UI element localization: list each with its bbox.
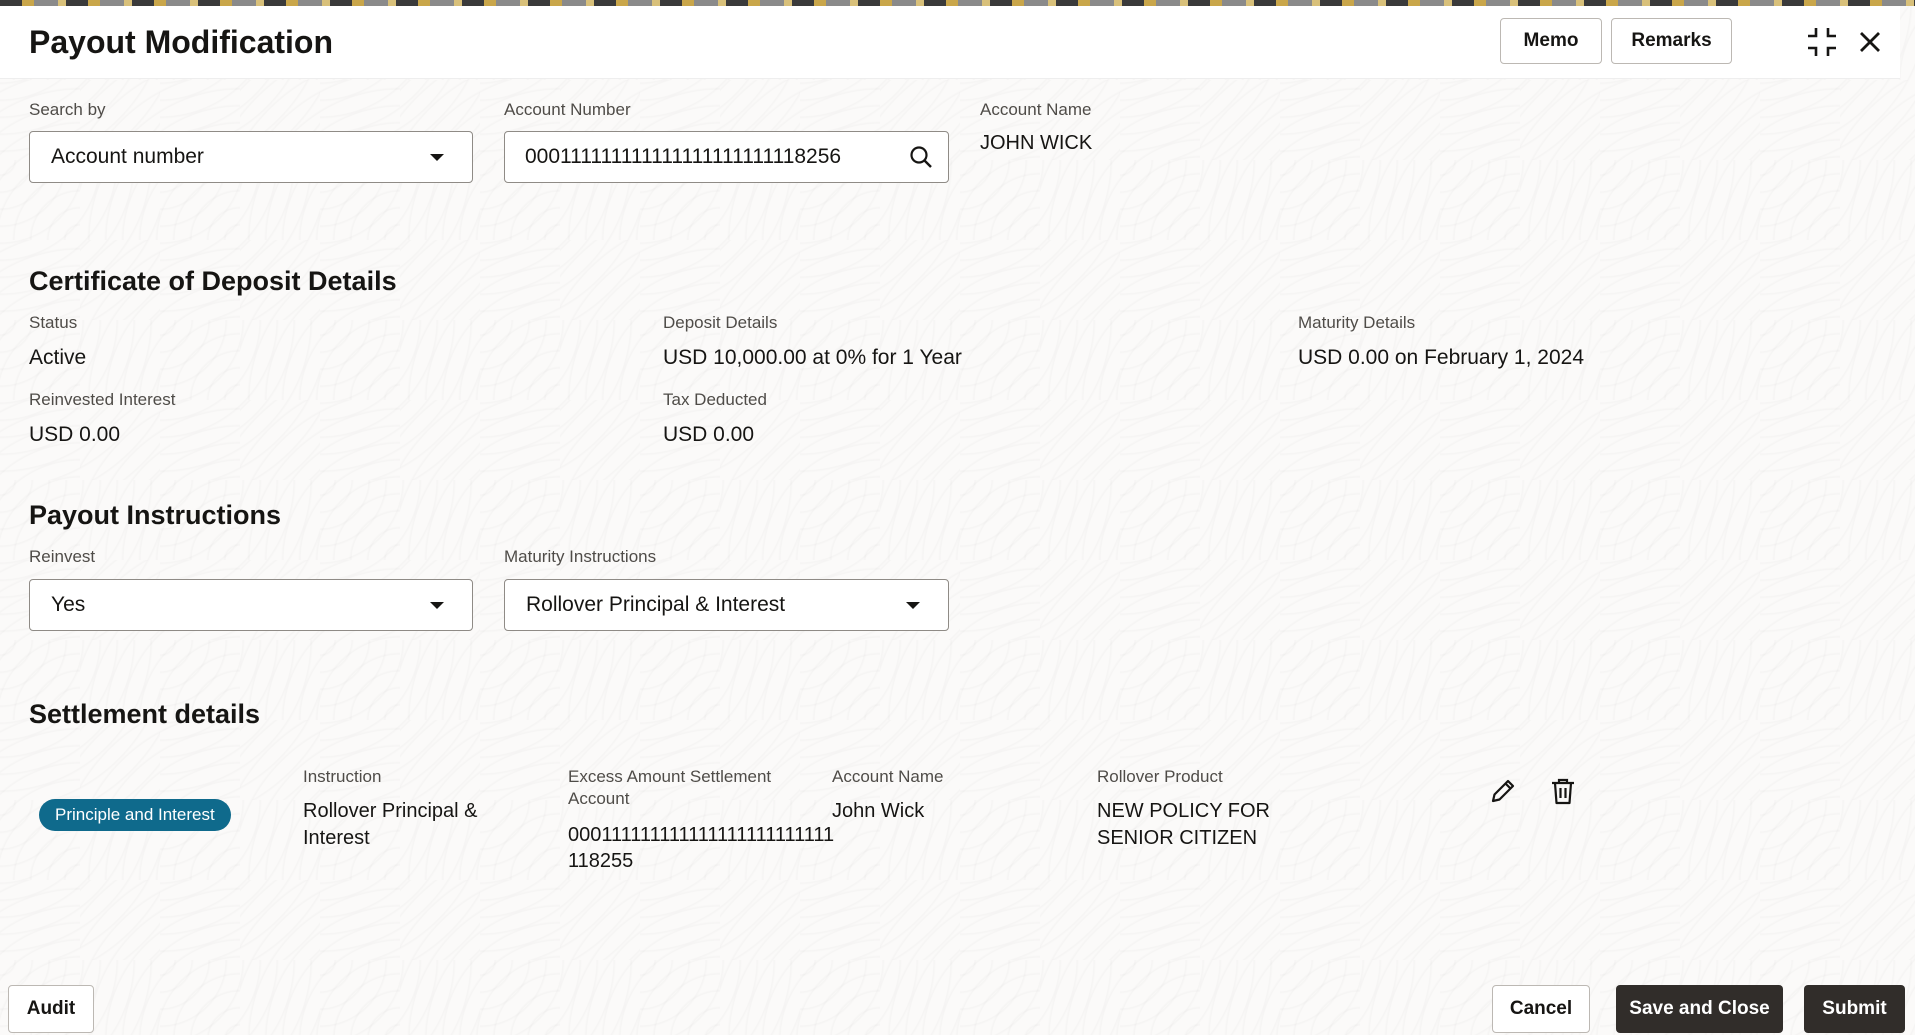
settlement-type-badge[interactable]: Principle and Interest — [39, 799, 231, 831]
chevron-down-icon — [430, 602, 444, 609]
main-content: Search by Account number Account Number … — [0, 78, 1900, 978]
excess-amount-label-line1: Excess Amount Settlement — [568, 767, 772, 786]
payout-instructions-title: Payout Instructions — [29, 500, 282, 530]
reinvested-interest-value: USD 0.00 — [29, 423, 121, 446]
memo-button[interactable]: Memo — [1500, 18, 1602, 64]
save-and-close-button[interactable]: Save and Close — [1616, 985, 1783, 1033]
settlement-details-title: Settlement details — [29, 699, 261, 729]
cancel-button[interactable]: Cancel — [1492, 985, 1590, 1033]
excess-amount-label-line2: Account — [568, 789, 630, 808]
status-value: Active — [29, 346, 87, 369]
cd-details-title: Certificate of Deposit Details — [29, 266, 397, 296]
account-name-value: JOHN WICK — [980, 132, 1093, 154]
reinvest-select[interactable]: Yes — [29, 579, 473, 631]
settlement-account-name-label: Account Name — [832, 767, 944, 786]
instruction-value-line1: Rollover Principal & — [303, 800, 478, 822]
chevron-down-icon — [906, 602, 920, 609]
reinvest-label: Reinvest — [29, 547, 96, 566]
pencil-icon[interactable] — [1487, 775, 1519, 807]
maturity-details-label: Maturity Details — [1298, 313, 1416, 332]
rollover-product-value-line2: SENIOR CITIZEN — [1097, 827, 1258, 849]
close-icon[interactable] — [1853, 25, 1887, 59]
account-number-input[interactable] — [525, 142, 895, 172]
chevron-down-icon — [430, 154, 444, 161]
tax-deducted-label: Tax Deducted — [663, 390, 767, 409]
excess-amount-value-line2: 118255 — [568, 850, 634, 872]
maturity-instructions-value: Rollover Principal & Interest — [526, 593, 786, 616]
instruction-label: Instruction — [303, 767, 382, 786]
deposit-details-label: Deposit Details — [663, 313, 778, 332]
maturity-details-value: USD 0.00 on February 1, 2024 — [1298, 346, 1585, 369]
trash-icon[interactable] — [1547, 775, 1579, 807]
reinvested-interest-label: Reinvested Interest — [29, 390, 176, 409]
tax-deducted-value: USD 0.00 — [663, 423, 755, 446]
search-icon[interactable] — [908, 144, 934, 170]
account-number-label: Account Number — [504, 100, 631, 119]
instruction-value-line2: Interest — [303, 827, 370, 849]
collapse-icon[interactable] — [1803, 23, 1841, 61]
rollover-product-value-line1: NEW POLICY FOR — [1097, 800, 1270, 822]
reinvest-value: Yes — [51, 593, 86, 616]
maturity-instructions-select[interactable]: Rollover Principal & Interest — [504, 579, 949, 631]
page-title: Payout Modification — [29, 24, 333, 60]
search-by-value: Account number — [51, 145, 204, 168]
search-by-select[interactable]: Account number — [29, 131, 473, 183]
maturity-instructions-label: Maturity Instructions — [504, 547, 657, 566]
remarks-button[interactable]: Remarks — [1611, 18, 1732, 64]
excess-amount-value-line1: 000111111111111111111111111 — [568, 824, 835, 846]
account-name-label: Account Name — [980, 100, 1092, 119]
settlement-account-name-value: John Wick — [832, 800, 925, 822]
submit-button[interactable]: Submit — [1804, 985, 1905, 1033]
dialog-footer: Audit Cancel Save and Close Submit — [0, 978, 1915, 1035]
account-number-field — [504, 131, 949, 183]
search-by-label: Search by — [29, 100, 106, 119]
deposit-details-value: USD 10,000.00 at 0% for 1 Year — [663, 346, 962, 369]
rollover-product-label: Rollover Product — [1097, 767, 1223, 786]
audit-button[interactable]: Audit — [8, 985, 94, 1033]
status-label: Status — [29, 313, 78, 332]
dialog-header: Payout Modification Memo Remarks — [0, 6, 1900, 79]
